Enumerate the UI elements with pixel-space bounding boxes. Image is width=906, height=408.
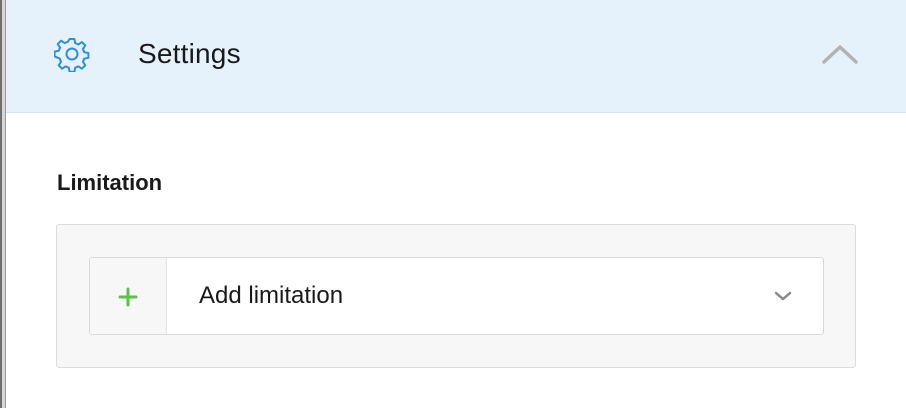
plus-icon — [118, 287, 138, 307]
settings-header[interactable]: Settings — [6, 0, 906, 113]
section-label-limitation: Limitation — [57, 170, 163, 195]
add-limitation-icon-cell — [90, 258, 167, 334]
chevron-up-icon — [822, 45, 858, 64]
add-limitation-select[interactable]: Add limitation — [89, 257, 824, 335]
collapse-button[interactable] — [818, 36, 862, 72]
settings-panel: Settings Limitation Add limitation — [0, 0, 906, 408]
chevron-down-icon — [774, 291, 792, 301]
limitation-container: Add limitation — [56, 224, 856, 368]
gear-icon — [53, 36, 90, 73]
panel-title: Settings — [138, 38, 241, 69]
window-edge-shadow — [0, 0, 2, 408]
add-limitation-label: Add limitation — [199, 282, 344, 309]
